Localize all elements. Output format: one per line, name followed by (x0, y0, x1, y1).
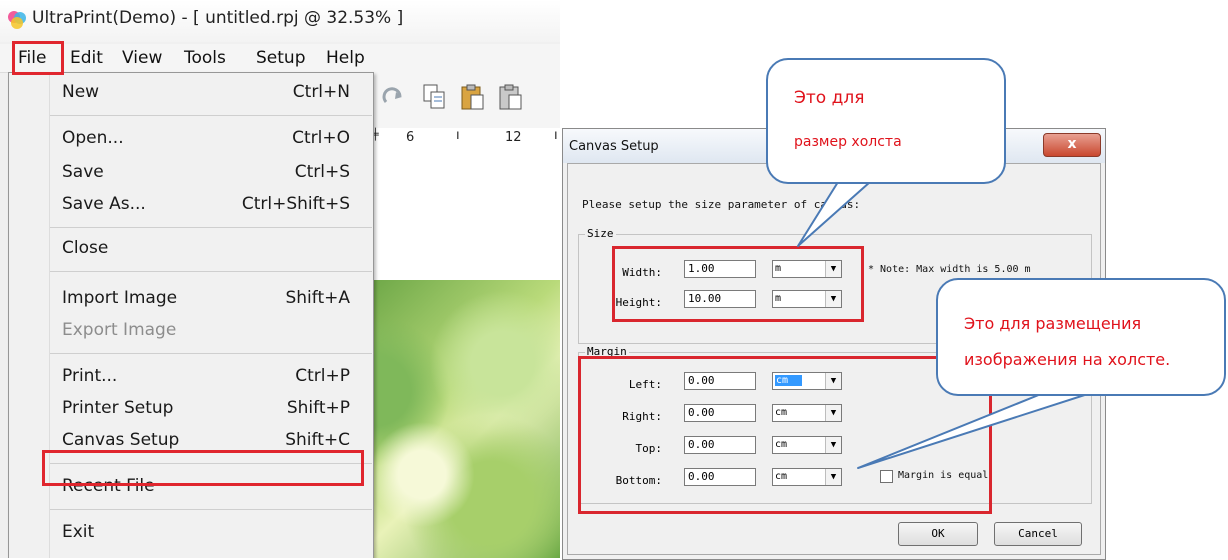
dialog-title: Canvas Setup (569, 139, 659, 154)
paste-special-icon[interactable] (498, 82, 524, 112)
menu-item-shortcut: Shift+P (286, 398, 350, 418)
menu-item-save-as[interactable]: Save As... Ctrl+Shift+S (50, 189, 372, 221)
menu-item-import-image[interactable]: Import Image Shift+A (50, 283, 372, 315)
canvas-setup-highlight-box (42, 450, 364, 486)
menu-item-shortcut: Ctrl+S (294, 162, 350, 182)
menu-item-label: Import Image (62, 288, 178, 308)
instruction-text: Please setup the size parameter of canva… (582, 198, 861, 211)
margin-callout-line2: изображения на холсте. (964, 350, 1171, 369)
close-button[interactable]: x (1043, 133, 1101, 157)
menu-item-close[interactable]: Close (50, 233, 372, 265)
menu-item-label: Print... (62, 366, 118, 386)
app-logo-icon (8, 11, 26, 29)
menu-item-save[interactable]: Save Ctrl+S (50, 157, 372, 189)
horizontal-ruler: ╪ 6 ı 12 ı (360, 128, 560, 151)
cancel-button[interactable]: Cancel (994, 522, 1082, 546)
menu-item-label: Save (62, 162, 104, 182)
menu-separator (50, 115, 372, 116)
ok-button[interactable]: OK (898, 522, 978, 546)
margin-callout-line1: Это для размещения (964, 314, 1142, 333)
menu-separator (50, 353, 372, 354)
redo-icon[interactable] (380, 82, 406, 112)
menu-item-label: Printer Setup (62, 398, 174, 418)
menu-item-print[interactable]: Print... Ctrl+P (50, 361, 372, 393)
menu-item-printer-setup[interactable]: Printer Setup Shift+P (50, 393, 372, 425)
menu-item-shortcut: Shift+A (285, 288, 350, 308)
menu-bar: File Edit View Tools Setup Help (0, 44, 560, 73)
menu-separator (50, 227, 372, 228)
size-group-label: Size (585, 227, 616, 240)
size-callout-line1: Это для (794, 88, 865, 108)
paste-icon[interactable] (460, 82, 486, 112)
menu-item-label: Close (62, 238, 109, 258)
menu-item-shortcut: Ctrl+O (292, 128, 350, 148)
menu-help[interactable]: Help (326, 48, 365, 68)
menu-separator (50, 271, 372, 272)
menu-item-open[interactable]: Open... Ctrl+O (50, 123, 372, 155)
menu-item-export-image: Export Image (50, 315, 372, 347)
window-title: UltraPrint(Demo) - [ untitled.rpj @ 32.5… (32, 8, 404, 28)
menu-item-shortcut: Ctrl+P (295, 366, 350, 386)
ruler-tick-label: 6 (406, 130, 415, 145)
menu-separator (50, 509, 372, 510)
ruler-tick: ı (554, 128, 558, 143)
title-bar: UltraPrint(Demo) - [ untitled.rpj @ 32.5… (0, 0, 560, 42)
size-callout: Это для размер холста (766, 58, 1006, 184)
margin-callout: Это для размещения изображения на холсте… (936, 278, 1226, 396)
menu-tools[interactable]: Tools (184, 48, 226, 68)
menu-edit[interactable]: Edit (70, 48, 103, 68)
app-window: UltraPrint(Demo) - [ untitled.rpj @ 32.5… (0, 0, 560, 558)
size-highlight-box (612, 246, 864, 322)
file-menu-highlight-box (12, 41, 64, 75)
menu-setup[interactable]: Setup (256, 48, 305, 68)
menu-item-shortcut: Shift+C (285, 430, 350, 450)
menu-item-label: Exit (62, 522, 95, 542)
margin-highlight-box (578, 356, 992, 514)
copy-icon[interactable] (422, 82, 448, 112)
ruler-tick-label: 12 (505, 130, 522, 145)
menu-item-label: Save As... (62, 194, 146, 214)
menu-item-new[interactable]: New Ctrl+N (50, 77, 372, 109)
menu-view[interactable]: View (122, 48, 162, 68)
size-callout-line2: размер холста (794, 134, 902, 150)
menu-item-label: Open... (62, 128, 124, 148)
menu-item-shortcut: Ctrl+N (292, 82, 350, 102)
menu-item-label: Canvas Setup (62, 430, 180, 450)
menu-item-label: Export Image (62, 320, 177, 340)
menu-item-shortcut: Ctrl+Shift+S (241, 194, 350, 214)
ruler-tick: ı (456, 128, 460, 143)
menu-item-label: New (62, 82, 100, 102)
max-width-note: * Note: Max width is 5.00 m (868, 264, 1031, 275)
menu-item-exit[interactable]: Exit (50, 517, 372, 549)
